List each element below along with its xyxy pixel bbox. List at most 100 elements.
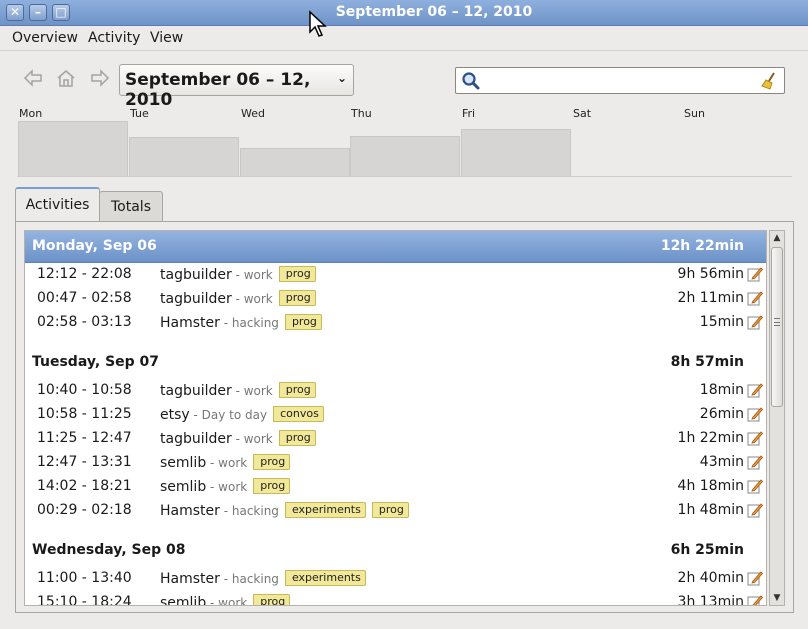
window-titlebar[interactable]: ✕ – □ September 06 – 12, 2010 <box>0 0 808 26</box>
activity-duration: 9h 56min <box>677 266 744 282</box>
activity-duration: 15min <box>699 314 744 330</box>
menu-overview[interactable]: Overview <box>12 30 78 46</box>
day-label-sat: Sat <box>573 107 592 120</box>
tab-activities[interactable]: Activities <box>15 187 100 221</box>
activity-category: - work <box>206 456 248 470</box>
edit-icon[interactable] <box>747 290 764 310</box>
edit-icon[interactable] <box>747 478 764 498</box>
activity-category: - hacking <box>219 572 279 586</box>
edit-icon[interactable] <box>747 406 764 426</box>
activity-row[interactable]: 11:25 - 12:47 tagbuilder - work prog 1h 22m… <box>25 427 766 451</box>
edit-icon[interactable] <box>747 266 764 286</box>
activity-time: 10:40 - 10:58 <box>37 382 132 398</box>
vertical-scrollbar[interactable]: ▲ ▼ <box>769 230 785 606</box>
day-bar-thu[interactable] <box>350 136 460 176</box>
activity-row[interactable]: 11:00 - 13:40 Hamster - hacking experiment… <box>25 567 766 591</box>
activity-category: - work <box>231 268 273 282</box>
activity-tag[interactable]: experiments <box>284 502 366 518</box>
activity-tag[interactable]: prog <box>278 290 316 306</box>
day-group-total: 12h 22min <box>660 238 744 254</box>
scrollbar-thumb[interactable] <box>771 247 783 407</box>
activity-time: 12:47 - 13:31 <box>37 454 132 470</box>
edit-icon[interactable] <box>747 570 764 590</box>
day-label-wed: Wed <box>241 107 265 120</box>
day-group-header[interactable]: Tuesday, Sep 07 8h 57min <box>25 347 766 379</box>
day-label-fri: Fri <box>462 107 476 120</box>
activity-name: Hamster <box>160 315 220 331</box>
activity-category: - work <box>231 432 273 446</box>
activity-row[interactable]: 10:40 - 10:58 tagbuilder - work prog 18min <box>25 379 766 403</box>
activity-tag[interactable]: prog <box>278 266 316 282</box>
day-group-total: 8h 57min <box>670 354 744 370</box>
activity-name: tagbuilder <box>160 383 232 399</box>
day-bar-tue[interactable] <box>129 137 239 176</box>
week-baseline <box>17 176 792 177</box>
activity-time: 00:29 - 02:18 <box>37 502 132 518</box>
day-group-header[interactable]: Monday, Sep 06 12h 22min <box>25 231 766 263</box>
day-bar-wed[interactable] <box>240 148 350 176</box>
activity-tag[interactable]: convos <box>273 406 324 422</box>
grip-icon <box>774 318 780 326</box>
edit-icon[interactable] <box>747 454 764 474</box>
activity-tag[interactable]: prog <box>278 430 316 446</box>
activity-row[interactable]: 00:29 - 02:18 Hamster - hacking experiment… <box>25 499 766 523</box>
menu-view[interactable]: View <box>150 30 183 46</box>
day-group-header[interactable]: Wednesday, Sep 08 6h 25min <box>25 535 766 567</box>
activity-tag[interactable]: prog <box>253 454 291 470</box>
mouse-pointer-icon <box>308 10 328 42</box>
activity-duration: 4h 18min <box>677 478 744 494</box>
activity-category: - work <box>206 596 248 606</box>
activity-row[interactable]: 00:47 - 02:58 tagbuilder - work prog 2h 11m… <box>25 287 766 311</box>
activity-duration: 1h 22min <box>677 430 744 446</box>
activity-tag[interactable]: prog <box>253 478 291 494</box>
edit-icon[interactable] <box>747 430 764 450</box>
activity-row[interactable]: 12:47 - 13:31 semlib - work prog 43min <box>25 451 766 475</box>
activity-category: - hacking <box>219 504 279 518</box>
chevron-down-icon: ⌄ <box>336 71 347 85</box>
activity-name: tagbuilder <box>160 291 232 307</box>
day-bar-fri[interactable] <box>461 129 571 176</box>
activity-tag[interactable]: prog <box>278 382 316 398</box>
search-icon[interactable] <box>461 71 481 95</box>
scroll-down-icon[interactable]: ▼ <box>770 591 784 605</box>
day-group-title: Tuesday, Sep 07 <box>32 354 160 370</box>
tab-totals[interactable]: Totals <box>99 191 163 221</box>
back-arrow-icon[interactable] <box>21 68 45 92</box>
activity-name: tagbuilder <box>160 431 232 447</box>
date-range-label: September 06 – 12, 2010 <box>125 70 311 110</box>
edit-icon[interactable] <box>747 502 764 522</box>
day-bar-mon[interactable] <box>18 121 128 176</box>
edit-icon[interactable] <box>747 382 764 402</box>
activity-tag[interactable]: prog <box>253 594 291 605</box>
scroll-up-icon[interactable]: ▲ <box>770 231 784 245</box>
activity-row[interactable]: 02:58 - 03:13 Hamster - hacking prog 15min <box>25 311 766 335</box>
date-range-dropdown[interactable]: September 06 – 12, 2010 ⌄ <box>119 64 354 110</box>
activity-category: - hacking <box>219 316 279 330</box>
activity-time: 11:25 - 12:47 <box>37 430 132 446</box>
activity-tag[interactable]: experiments <box>284 570 366 586</box>
activity-duration: 3h 13min <box>677 594 744 606</box>
activity-row[interactable]: 15:10 - 18:24 semlib - work prog 3h 13min <box>25 591 766 606</box>
activity-row[interactable]: 10:58 - 11:25 etsy - Day to day convos 26mi… <box>25 403 766 427</box>
search-field[interactable] <box>455 67 785 94</box>
activity-duration: 26min <box>699 406 744 422</box>
edit-icon[interactable] <box>747 594 764 605</box>
day-label-mon: Mon <box>19 107 43 120</box>
activity-tag[interactable]: prog <box>284 314 322 330</box>
activity-row[interactable]: 12:12 - 22:08 tagbuilder - work prog 9h 56m… <box>25 263 766 287</box>
activity-list[interactable]: Monday, Sep 06 12h 22min 12:12 - 22:08 tagb… <box>24 230 767 606</box>
edit-icon[interactable] <box>747 314 764 334</box>
day-label-thu: Thu <box>351 107 372 120</box>
activity-description: semlib - work prog <box>160 594 291 606</box>
activity-duration: 43min <box>699 454 744 470</box>
activity-category: - work <box>231 292 273 306</box>
home-icon[interactable] <box>54 68 78 92</box>
activity-tag[interactable]: prog <box>371 502 409 518</box>
menu-activity[interactable]: Activity <box>88 30 140 46</box>
activity-time: 00:47 - 02:58 <box>37 290 132 306</box>
activity-name: semlib <box>160 595 207 606</box>
activity-description: Hamster - hacking prog <box>160 314 322 331</box>
broom-clear-icon[interactable] <box>759 71 779 95</box>
activity-row[interactable]: 14:02 - 18:21 semlib - work prog 4h 18min <box>25 475 766 499</box>
forward-arrow-icon[interactable] <box>88 68 112 92</box>
